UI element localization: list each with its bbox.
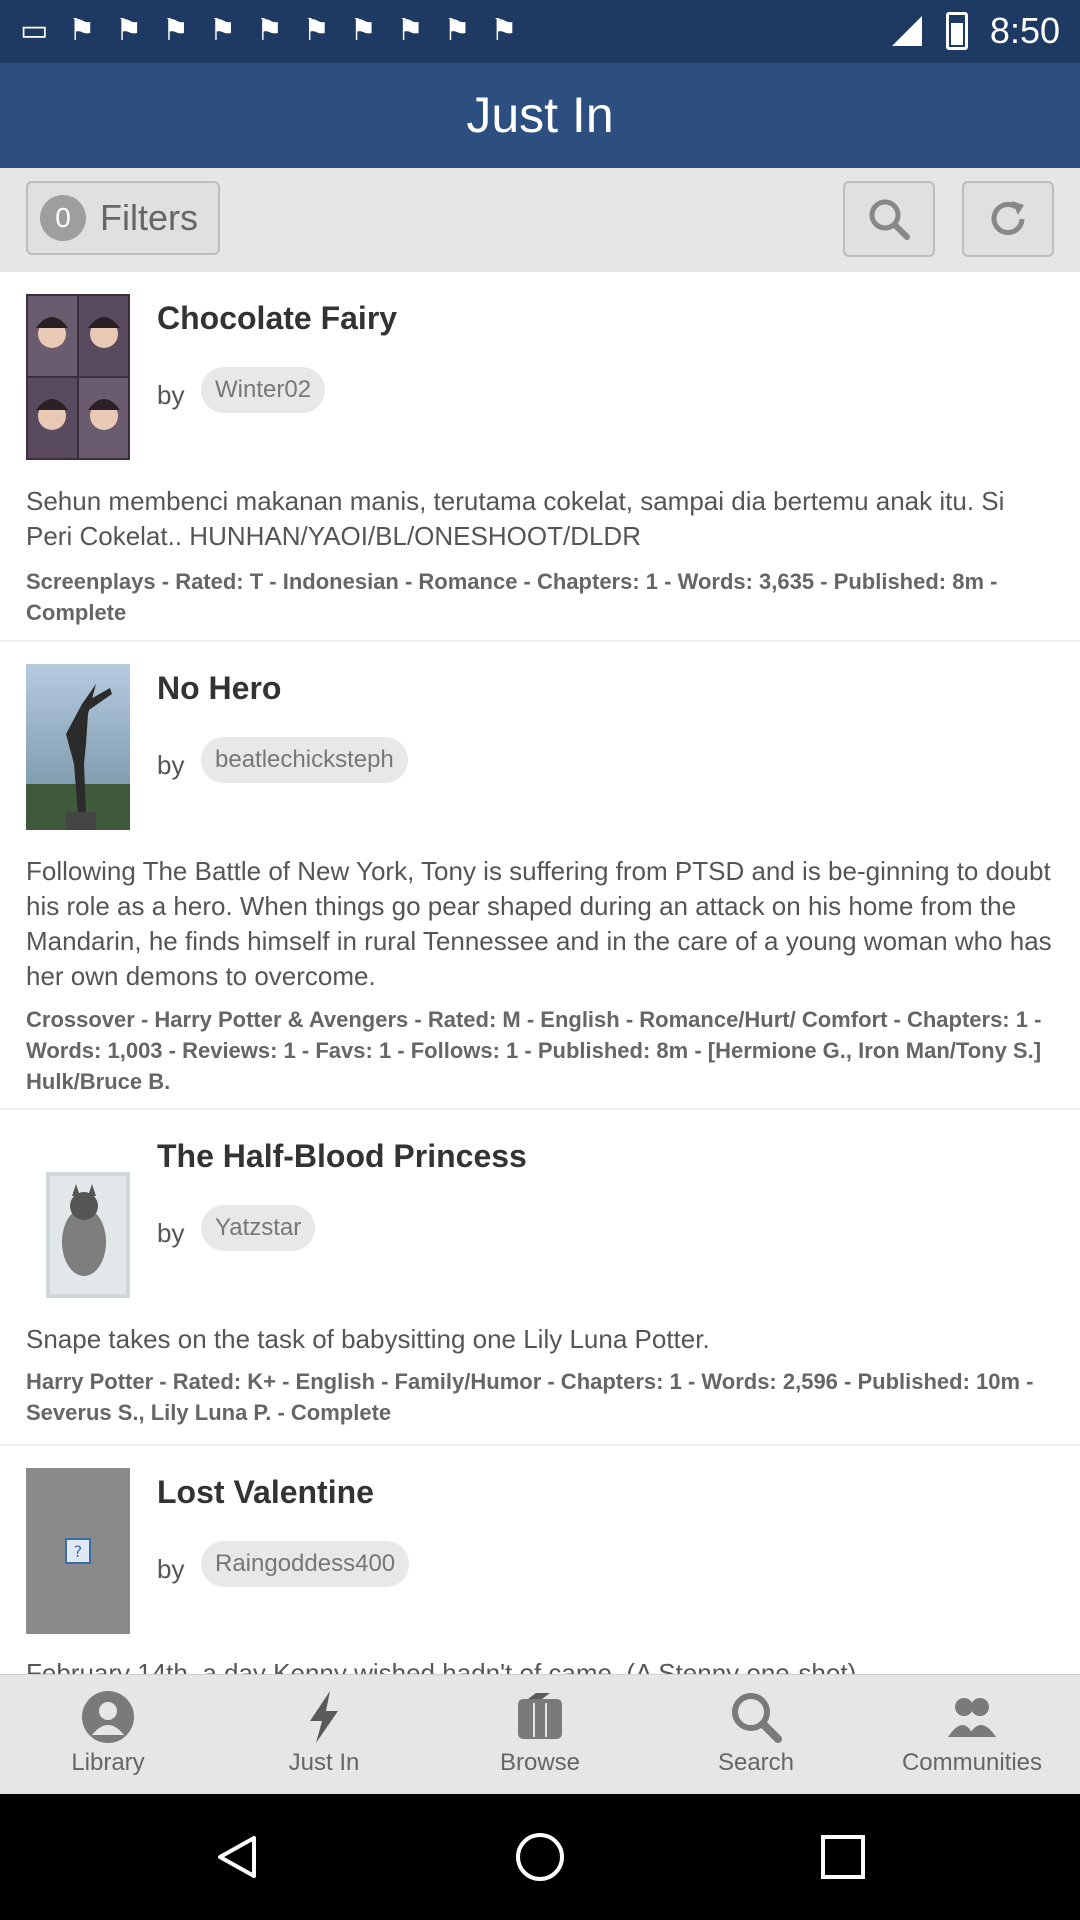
cat-thumbnail: [26, 1132, 130, 1298]
author-chip[interactable]: Raingoddess400: [201, 1541, 410, 1587]
notification-icon: ⚑: [443, 14, 471, 47]
notification-icon: ⚑: [209, 14, 236, 47]
by-label: by: [157, 1218, 185, 1248]
story-title[interactable]: The Half-Blood Princess: [157, 1138, 527, 1175]
status-time: 8:50: [989, 10, 1060, 51]
story-title[interactable]: Chocolate Fairy: [157, 300, 397, 337]
author-chip[interactable]: beatlechicksteph: [201, 737, 408, 783]
message-notification-icon: ▭: [20, 14, 49, 47]
books-icon: [518, 1693, 562, 1739]
filters-count-badge: 0: [40, 195, 86, 241]
story-item[interactable]: The Half-Blood Princess by Yatzstar Snap…: [0, 1110, 1080, 1446]
back-icon: [218, 1836, 256, 1878]
filters-button[interactable]: 0 Filters: [26, 181, 220, 255]
battery-icon: [945, 12, 968, 50]
filters-label: Filters: [100, 197, 198, 238]
filter-bar: 0 Filters: [0, 168, 1080, 273]
nav-search[interactable]: Search: [648, 1675, 864, 1795]
person-icon: [82, 1691, 134, 1743]
placeholder-thumbnail: ?: [26, 1468, 130, 1634]
nav-library[interactable]: Library: [0, 1675, 216, 1795]
nav-label: Just In: [288, 1749, 360, 1776]
story-meta: Screenplays - Rated: T - Indonesian - Ro…: [26, 569, 998, 625]
notification-icon: ⚑: [396, 14, 424, 47]
story-item[interactable]: Chocolate Fairy by Winter02 Sehun memben…: [0, 272, 1080, 642]
by-label: by: [157, 1554, 185, 1584]
nav-label: Search: [717, 1749, 795, 1776]
story-summary: February 14th, a day Kenny wished hadn't…: [26, 1658, 857, 1674]
story-item[interactable]: ? Lost Valentine by Raingoddess400 Febru…: [0, 1446, 1080, 1674]
story-meta: Crossover - Harry Potter & Avengers - Ra…: [26, 1007, 1042, 1094]
notification-icon: ⚑: [162, 14, 190, 47]
nav-label: Library: [71, 1749, 145, 1776]
status-bar: ▭ ⚑ ⚑ ⚑ ⚑ ⚑ ⚑ ⚑ ⚑ ⚑ ⚑ 8:50: [0, 0, 1080, 63]
notification-icon: ⚑: [255, 14, 283, 47]
search-icon: [732, 1693, 782, 1743]
author-chip[interactable]: Yatzstar: [201, 1205, 316, 1251]
search-icon: [869, 199, 910, 240]
photo-collage-thumbnail: [26, 294, 130, 460]
nav-label: Browse: [499, 1749, 581, 1776]
by-label: by: [157, 750, 185, 780]
nav-browse[interactable]: Browse: [432, 1675, 648, 1795]
notification-icon: ⚑: [68, 14, 96, 47]
story-title[interactable]: No Hero: [157, 670, 281, 707]
page-title: Just In: [0, 63, 1080, 168]
statue-thumbnail: [26, 664, 130, 830]
by-label: by: [157, 380, 185, 410]
notification-icon: ⚑: [115, 14, 143, 47]
notification-icon: ⚑: [490, 14, 518, 47]
lightning-icon: [310, 1691, 338, 1743]
signal-icon: [891, 16, 922, 46]
author-chip[interactable]: Winter02: [201, 367, 326, 413]
recents-button[interactable]: [813, 1827, 873, 1887]
svg-text:?: ?: [74, 1542, 83, 1561]
story-title[interactable]: Lost Valentine: [157, 1474, 374, 1511]
story-item[interactable]: No Hero by beatlechicksteph Following Th…: [0, 642, 1080, 1110]
story-summary: Snape takes on the task of babysitting o…: [26, 1324, 710, 1354]
home-icon: [516, 1833, 564, 1881]
story-summary: Following The Battle of New York, Tony i…: [26, 856, 1052, 991]
notification-icon: ⚑: [349, 14, 377, 47]
recents-icon: [821, 1835, 865, 1879]
home-button[interactable]: [510, 1827, 570, 1887]
story-summary: Sehun membenci makanan manis, terutama c…: [26, 486, 1005, 551]
bottom-navigation: Library Just In Browse Search Communitie…: [0, 1674, 1080, 1795]
search-button[interactable]: [843, 181, 935, 257]
story-meta: Harry Potter - Rated: K+ - English - Fam…: [26, 1369, 1034, 1425]
system-navigation-bar: [0, 1794, 1080, 1920]
refresh-button[interactable]: [962, 181, 1054, 257]
people-icon: [948, 1698, 996, 1737]
nav-communities[interactable]: Communities: [864, 1675, 1080, 1795]
nav-label: Communities: [901, 1749, 1043, 1776]
back-button[interactable]: [207, 1827, 267, 1887]
story-list[interactable]: Chocolate Fairy by Winter02 Sehun memben…: [0, 272, 1080, 1674]
refresh-icon: [991, 201, 1025, 235]
notification-icon: ⚑: [302, 14, 330, 47]
nav-just-in[interactable]: Just In: [216, 1675, 432, 1795]
notification-icons: ▭ ⚑ ⚑ ⚑ ⚑ ⚑ ⚑ ⚑ ⚑ ⚑ ⚑: [20, 14, 517, 48]
